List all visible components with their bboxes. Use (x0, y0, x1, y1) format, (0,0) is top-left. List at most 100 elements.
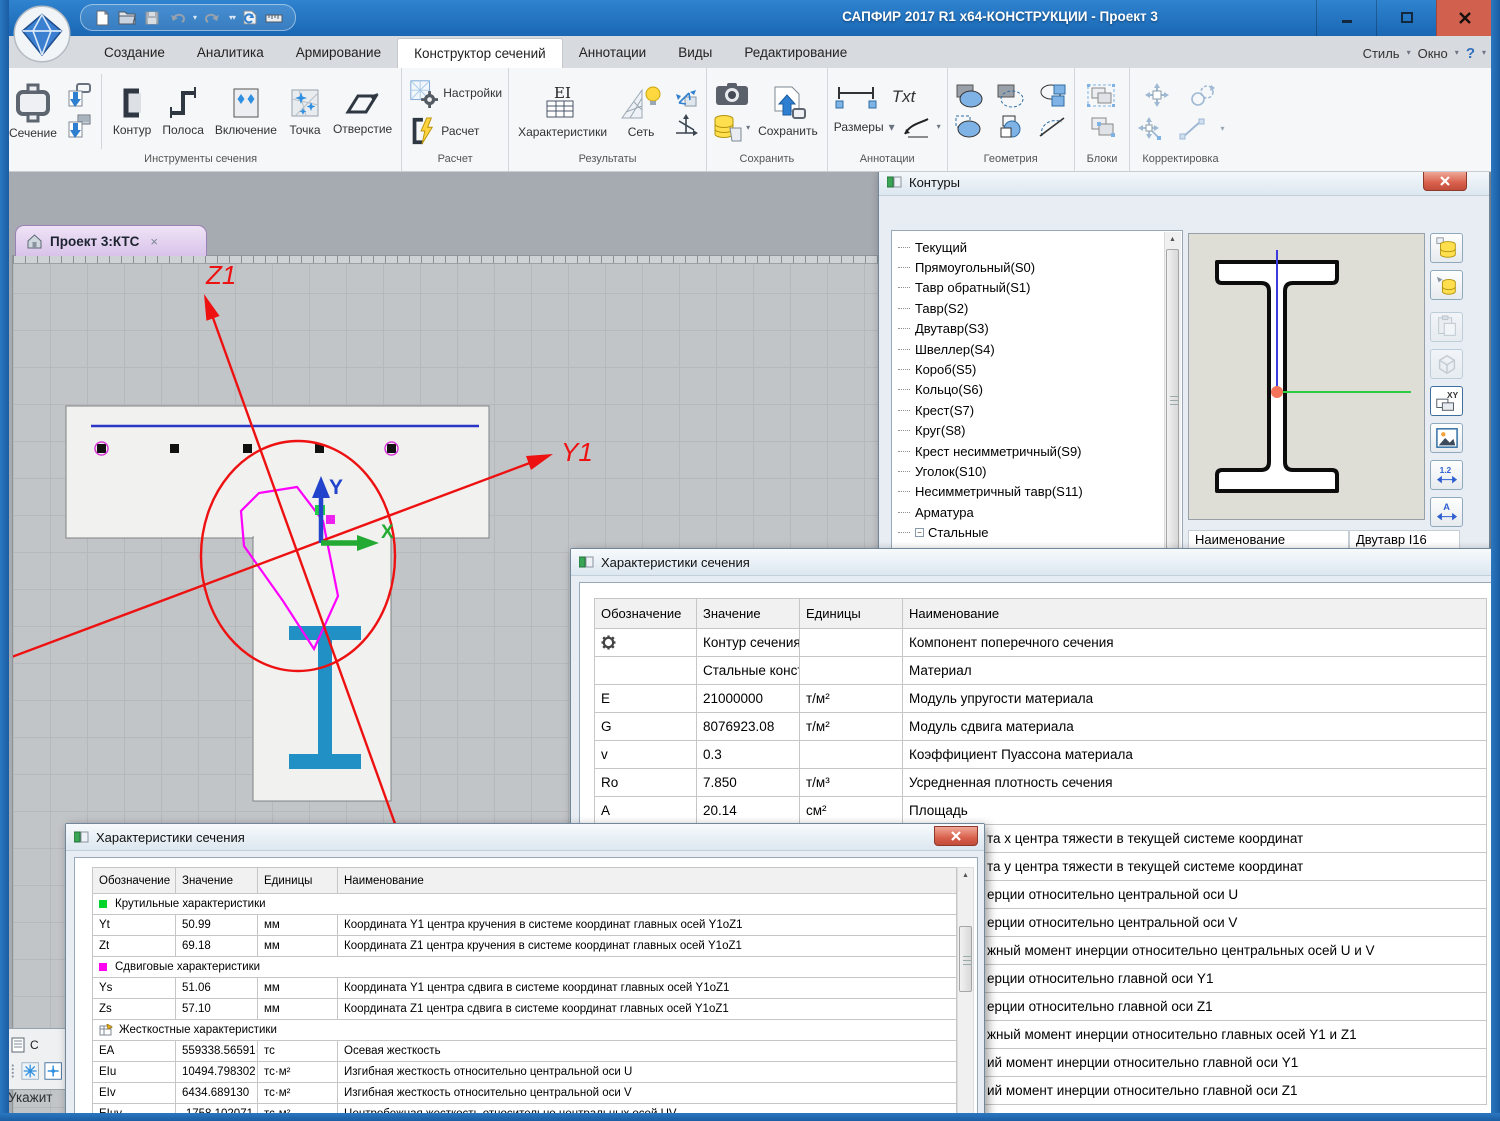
snapshot-camera-icon[interactable] (713, 81, 750, 107)
table-row[interactable]: EIv6434.689130тс·м²Изгибная жесткость от… (93, 1083, 957, 1104)
tab-editing[interactable]: Редактирование (728, 38, 863, 68)
tab-close-icon[interactable] (150, 234, 158, 249)
tree-item[interactable]: Несимметричный тавр(S11) (898, 482, 1182, 502)
section-header-row[interactable]: Жесткостные характеристики (93, 1020, 957, 1041)
qat-customize-icon[interactable] (232, 14, 236, 22)
move-icon[interactable] (1143, 82, 1171, 108)
tree-item[interactable]: Двутавр(S3) (898, 319, 1182, 339)
rotate-icon[interactable] (1189, 82, 1217, 108)
tree-item[interactable]: Тавр(S2) (898, 298, 1182, 318)
pen-icon[interactable] (901, 116, 931, 138)
save-to-library-button[interactable] (1430, 233, 1463, 263)
close-button[interactable] (1423, 171, 1467, 191)
open-folder-icon[interactable] (118, 9, 136, 27)
image-background-button[interactable] (1430, 423, 1463, 453)
hole-button[interactable]: Отверстие (330, 85, 395, 138)
close-button[interactable] (1436, 0, 1492, 36)
pen-dropdown-icon[interactable] (937, 123, 941, 131)
save-section-button[interactable]: Сохранить (755, 83, 821, 140)
close-button[interactable] (934, 826, 978, 846)
snap-grid-icon[interactable] (21, 1061, 39, 1081)
tree-item[interactable]: Арматура (898, 502, 1182, 522)
strip-button[interactable]: Полоса (159, 84, 207, 139)
contour-button[interactable]: Контур (110, 84, 154, 139)
table-row[interactable]: Контур сеченияКомпонент поперечного сече… (595, 629, 1487, 657)
redo-icon[interactable] (204, 9, 222, 27)
edit-block-icon[interactable] (1086, 115, 1118, 141)
window-dropdown-icon[interactable] (1455, 49, 1459, 57)
table-scrollbar[interactable] (957, 867, 974, 1117)
minimize-button[interactable] (1316, 0, 1376, 36)
dimensions-button[interactable]: Размеры (834, 120, 895, 134)
tree-item[interactable]: Текущий (898, 237, 1182, 257)
tab-annotations[interactable]: Аннотации (563, 38, 662, 68)
paste-contour-button[interactable] (1430, 312, 1463, 342)
database-icon[interactable] (713, 113, 750, 143)
torsion-dialog-titlebar[interactable]: Характеристики сечения (66, 824, 984, 851)
tree-item[interactable]: Кольцо(S6) (898, 380, 1182, 400)
database-dropdown-icon[interactable] (746, 124, 750, 132)
section-header-row[interactable]: Крутильные характеристики (93, 894, 957, 915)
refresh-icon[interactable] (240, 9, 258, 27)
table-row[interactable]: Ys51.06ммКоордината Y1 центра сдвига в с… (93, 978, 957, 999)
tree-item[interactable]: Прямоугольный(S0) (898, 257, 1182, 277)
properties-dialog-titlebar[interactable]: Характеристики сечения (571, 549, 1499, 576)
boolean-subtract-icon[interactable] (995, 83, 1027, 109)
table-row[interactable]: Yt50.99ммКоордината Y1 центра кручения в… (93, 915, 957, 936)
table-row[interactable]: E21000000т/м²Модуль упругости материала (595, 685, 1487, 713)
tab-section-constructor[interactable]: Конструктор сечений (397, 38, 563, 68)
properties-icon[interactable] (10, 1037, 26, 1053)
contours-dialog-titlebar[interactable]: Контуры (879, 169, 1489, 196)
undo-dropdown-icon[interactable] (193, 14, 197, 22)
section-header-row[interactable]: Сдвиговые характеристики (93, 957, 957, 978)
tree-item[interactable]: Швеллер(S4) (898, 339, 1182, 359)
table-row[interactable]: EA559338.56591·тсОсевая жесткость (93, 1041, 957, 1062)
table-row[interactable]: Zt69.18ммКоордината Z1 центра кручения в… (93, 936, 957, 957)
dimension-values-button[interactable]: 1.2 (1430, 460, 1463, 490)
dimension-icon[interactable] (834, 85, 878, 109)
menu-style[interactable]: Стиль (1360, 46, 1403, 61)
settings-button[interactable]: Настройки (408, 78, 502, 108)
table-row[interactable]: Zs57.10ммКоордината Z1 центра сдвига в с… (93, 999, 957, 1020)
local-axes-icon[interactable] (672, 86, 700, 110)
menu-window[interactable]: Окно (1415, 46, 1451, 61)
table-row[interactable]: Ro7.850т/м³Усредненная плотность сечения (595, 769, 1487, 797)
tab-analytics[interactable]: Аналитика (181, 38, 280, 68)
table-row[interactable]: v0.3Коэффициент Пуассона материала (595, 741, 1487, 769)
document-tab[interactable]: Проект 3:КТС (15, 225, 207, 256)
table-row[interactable]: EIu10494.798302тс·м²Изгибная жесткость о… (93, 1062, 957, 1083)
tree-item[interactable]: Круг(S8) (898, 421, 1182, 441)
style-dropdown-icon[interactable] (1407, 49, 1411, 57)
tab-reinforcement[interactable]: Армирование (280, 38, 397, 68)
create-block-icon[interactable] (1086, 83, 1118, 109)
undo-icon[interactable] (168, 9, 186, 27)
new-document-icon[interactable] (93, 9, 111, 27)
boolean-union-icon[interactable] (954, 83, 986, 109)
tree-item[interactable]: Крест(S7) (898, 400, 1182, 420)
dimensions-dropdown-icon[interactable] (889, 121, 895, 133)
ruler-icon[interactable] (265, 9, 283, 27)
split-curve-icon[interactable] (1036, 114, 1068, 140)
import-dxf-icon[interactable] (65, 113, 93, 141)
main-axes-icon[interactable] (672, 113, 700, 137)
xy-plane-button[interactable]: XY (1430, 386, 1463, 416)
save-icon[interactable] (143, 9, 161, 27)
text-tool-button[interactable]: Txt (892, 87, 916, 107)
help-dropdown-icon[interactable] (1482, 49, 1486, 57)
view-3d-button[interactable] (1430, 349, 1463, 379)
tree-scrollbar[interactable] (1164, 232, 1181, 571)
collapse-icon[interactable] (915, 528, 924, 537)
tree-item[interactable]: Тавр обратный(S1) (898, 278, 1182, 298)
help-button[interactable]: ? (1463, 45, 1478, 62)
table-row[interactable]: G8076923.08т/м²Модуль сдвига материала (595, 713, 1487, 741)
boolean-crop-icon[interactable] (954, 114, 986, 140)
boolean-merge-icon[interactable] (995, 114, 1027, 140)
import-section-icon[interactable] (65, 82, 93, 110)
load-from-library-button[interactable] (1430, 270, 1463, 300)
move-nodes-icon[interactable] (1136, 116, 1164, 142)
tab-views[interactable]: Виды (662, 38, 728, 68)
table-row[interactable]: A20.14см²Площадь (595, 797, 1487, 825)
dimension-letters-button[interactable]: A (1430, 497, 1463, 527)
point-button[interactable]: Точка (285, 84, 325, 139)
mesh-button[interactable]: Сеть (615, 82, 667, 141)
